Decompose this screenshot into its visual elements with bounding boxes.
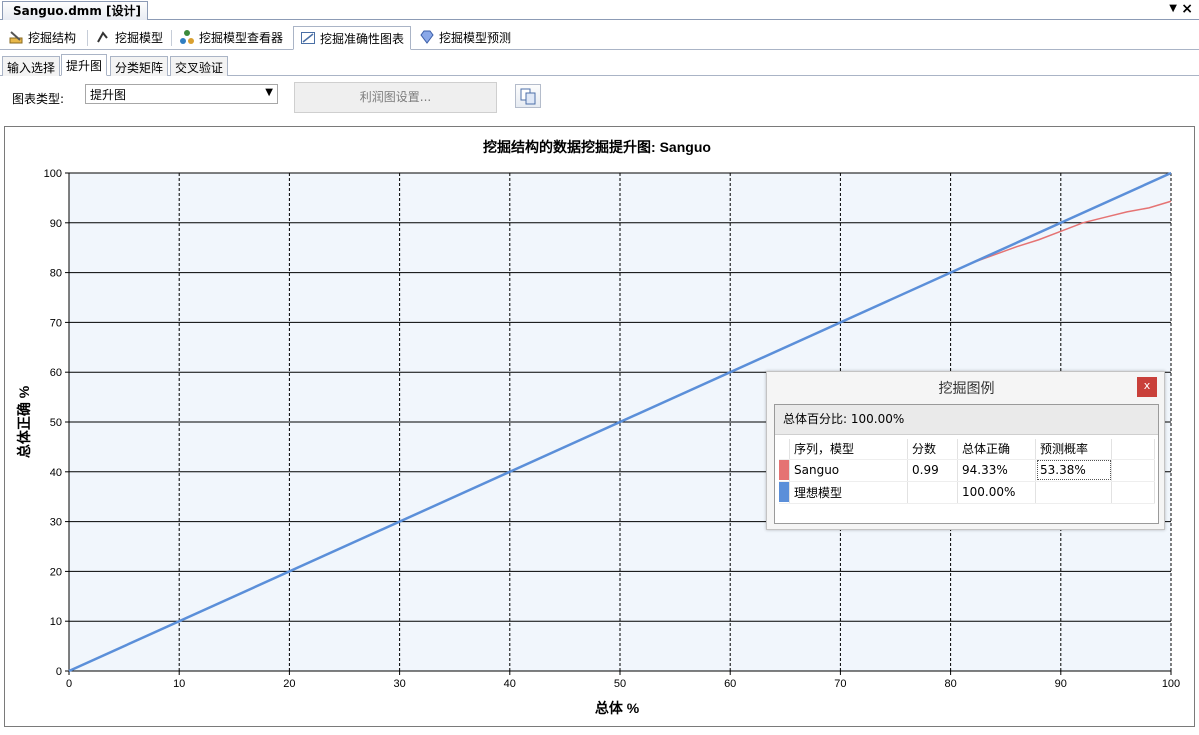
- series-probability[interactable]: 53.38%: [1035, 459, 1112, 482]
- tab-label: 挖掘准确性图表: [320, 32, 405, 46]
- y-tick-label: 10: [50, 616, 62, 628]
- profit-settings-label: 利润图设置...: [359, 90, 432, 104]
- designer-tab-strip: 挖掘结构 挖掘模型 挖掘模型查看器 挖掘准确性图表 挖掘模型预测: [0, 26, 1199, 50]
- header-spacer: [1111, 439, 1155, 460]
- legend-content: 总体百分比: 100.00% 序列，模型 分数 总体正确 预测概率 Sanguo…: [774, 404, 1159, 524]
- series-correct: 100.00%: [957, 481, 1036, 504]
- y-tick-label: 80: [50, 268, 62, 280]
- row-spacer: [1111, 481, 1155, 504]
- copy-chart-button[interactable]: [515, 84, 541, 108]
- y-tick-label: 60: [50, 367, 62, 379]
- tab-mining-structure[interactable]: 挖掘结构: [2, 26, 82, 50]
- chart-type-value: 提升图: [90, 88, 127, 102]
- subtab-lift-chart[interactable]: 提升图: [61, 54, 108, 76]
- x-tick-label: 90: [1055, 678, 1067, 690]
- x-tick-label: 40: [504, 678, 516, 690]
- x-tick-label: 100: [1162, 678, 1180, 690]
- tab-label: 挖掘结构: [28, 31, 77, 45]
- chart-toolbar: 图表类型: 提升图 ▼ 利润图设置...: [0, 76, 1199, 122]
- y-tick-label: 40: [50, 467, 62, 479]
- x-tick-label: 70: [834, 678, 846, 690]
- y-tick-label: 70: [50, 317, 62, 329]
- tab-mining-models[interactable]: 挖掘模型: [89, 26, 169, 50]
- legend-close-button[interactable]: x: [1137, 377, 1157, 397]
- header-probability: 预测概率: [1035, 439, 1112, 460]
- mining-model-icon: [97, 31, 108, 43]
- tab-label: 挖掘模型预测: [439, 31, 512, 45]
- tab-list-dropdown-icon[interactable]: ▼: [1169, 3, 1177, 14]
- x-tick-label: 80: [944, 678, 956, 690]
- close-document-icon[interactable]: ×: [1181, 1, 1193, 17]
- series-name: Sanguo: [789, 459, 908, 482]
- tab-accuracy-chart[interactable]: 挖掘准确性图表: [293, 26, 412, 50]
- legend-header-row: 序列，模型 分数 总体正确 预测概率: [779, 439, 1155, 460]
- document-tab-bar: Sanguo.dmm [设计] ▼ ×: [0, 0, 1199, 20]
- subtab-label: 交叉验证: [175, 61, 224, 75]
- subtab-classification-matrix[interactable]: 分类矩阵: [110, 56, 169, 76]
- chart-title: 挖掘结构的数据挖掘提升图: Sanguo: [483, 139, 711, 155]
- x-tick-label: 10: [173, 678, 185, 690]
- chart-type-label: 图表类型:: [12, 92, 65, 106]
- y-tick-label: 100: [44, 168, 62, 180]
- legend-summary: 总体百分比: 100.00%: [775, 405, 1158, 435]
- chart-type-select[interactable]: 提升图 ▼: [85, 84, 278, 104]
- swatch-header: [779, 439, 790, 460]
- chevron-down-icon: ▼: [265, 87, 273, 98]
- header-series: 序列，模型: [789, 439, 908, 460]
- tab-model-viewer[interactable]: 挖掘模型查看器: [173, 26, 289, 50]
- x-tick-label: 0: [66, 678, 72, 690]
- x-tick-label: 20: [283, 678, 295, 690]
- series-color-swatch: [779, 459, 790, 482]
- subtab-label: 提升图: [66, 59, 103, 73]
- row-spacer: [1111, 459, 1155, 482]
- close-icon: x: [1143, 379, 1151, 392]
- header-correct: 总体正确: [957, 439, 1036, 460]
- subtab-label: 分类矩阵: [115, 61, 164, 75]
- series-score: [907, 481, 958, 504]
- series-color-swatch: [779, 481, 790, 504]
- y-tick-label: 50: [50, 417, 62, 429]
- y-tick-label: 90: [50, 218, 62, 230]
- subtab-cross-validation[interactable]: 交叉验证: [170, 56, 229, 76]
- subtab-label: 输入选择: [7, 61, 56, 75]
- series-name: 理想模型: [789, 481, 908, 504]
- sub-tab-strip: 输入选择 提升图 分类矩阵 交叉验证: [0, 54, 1199, 76]
- x-tick-label: 50: [614, 678, 626, 690]
- document-tab-title: Sanguo.dmm [设计]: [13, 4, 141, 18]
- mining-structure-icon: [9, 31, 23, 44]
- model-viewer-icon: [180, 30, 194, 44]
- document-tab[interactable]: Sanguo.dmm [设计]: [2, 1, 148, 20]
- accuracy-chart-icon: [301, 32, 315, 44]
- tab-label: 挖掘模型查看器: [199, 31, 284, 45]
- y-tick-label: 20: [50, 566, 62, 578]
- profit-settings-button[interactable]: 利润图设置...: [294, 82, 497, 113]
- y-tick-label: 30: [50, 517, 62, 529]
- legend-row-sanguo[interactable]: Sanguo 0.99 94.33% 53.38%: [779, 459, 1155, 482]
- mining-legend-panel[interactable]: 挖掘图例 x 总体百分比: 100.00% 序列，模型 分数 总体正确 预测概率…: [766, 371, 1165, 530]
- tab-model-prediction[interactable]: 挖掘模型预测: [413, 26, 517, 50]
- tab-divider: [171, 30, 172, 46]
- y-axis-label: 总体正确 %: [16, 385, 32, 458]
- x-tick-label: 60: [724, 678, 736, 690]
- x-axis-label: 总体 %: [595, 700, 640, 716]
- copy-icon: [520, 88, 536, 105]
- series-probability: [1035, 481, 1112, 504]
- legend-table: 序列，模型 分数 总体正确 预测概率 Sanguo 0.99 94.33% 53…: [779, 439, 1155, 504]
- tab-label: 挖掘模型: [115, 31, 164, 45]
- y-tick-label: 0: [56, 666, 62, 678]
- legend-row-ideal-model[interactable]: 理想模型 100.00%: [779, 481, 1155, 504]
- tab-divider: [87, 30, 88, 46]
- subtab-input-selection[interactable]: 输入选择: [2, 56, 61, 76]
- x-tick-label: 30: [393, 678, 405, 690]
- series-correct: 94.33%: [957, 459, 1036, 482]
- prediction-gem-icon: [420, 30, 434, 44]
- series-score: 0.99: [907, 459, 958, 482]
- header-score: 分数: [907, 439, 958, 460]
- legend-title: 挖掘图例: [938, 381, 995, 397]
